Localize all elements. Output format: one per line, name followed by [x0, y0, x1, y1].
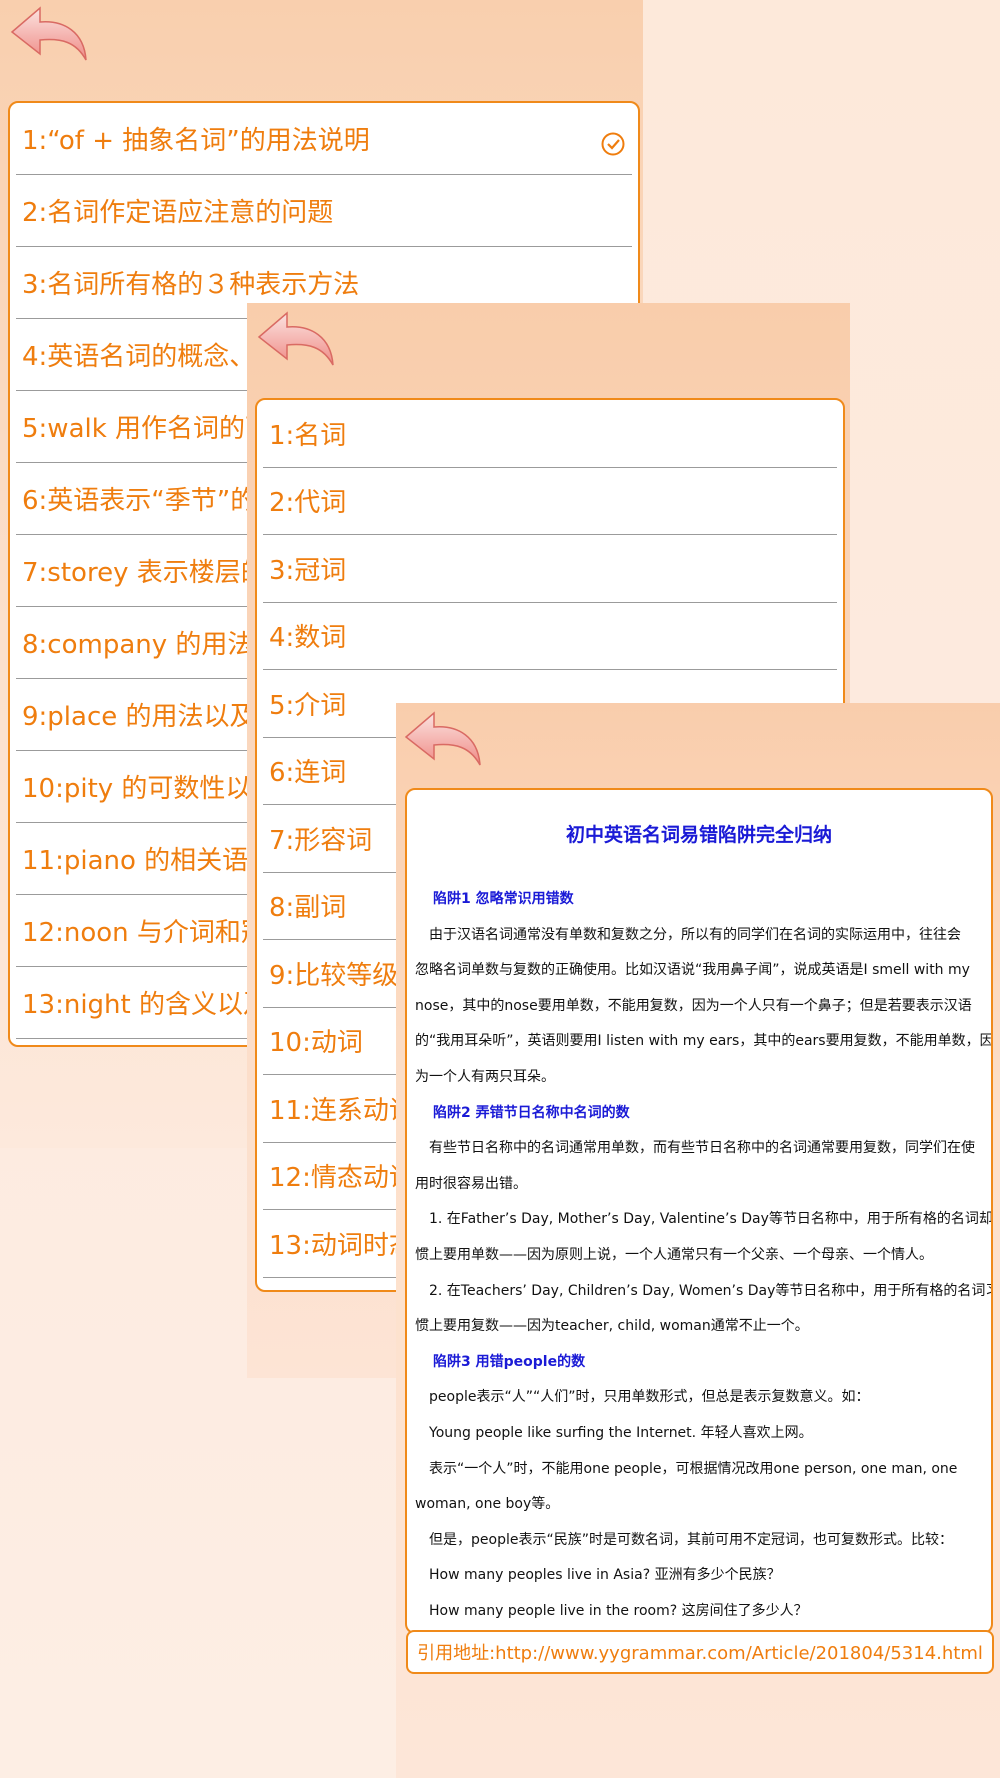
topic-item-label: 13:night 的含义以及: [22, 990, 269, 1020]
category-item-label: 1:名词: [269, 420, 347, 451]
paragraph-line: 1. 在Father’s Day, Mother’s Day, Valentin…: [415, 1211, 993, 1228]
check-circle-icon: [601, 132, 625, 156]
paragraph-line: 由于汉语名词通常没有单数和复数之分，所以有的同学们在名词的实际运用中，往往会: [415, 926, 961, 943]
paragraph-line: people表示“人”“人们”时，只用单数形式，但总是表示复数意义。如：: [415, 1389, 870, 1406]
section-heading: 陷阱2 弄错节日名称中名词的数: [433, 1104, 630, 1121]
category-item-label: 10:动词: [269, 1028, 363, 1059]
paragraph-line: 表示“一个人”时，不能用one people，可根据情况改用one person…: [415, 1460, 958, 1477]
category-item[interactable]: 1:名词: [263, 400, 837, 468]
category-item-label: 11:连系动词: [269, 1095, 415, 1126]
back-arrow-icon[interactable]: [400, 707, 484, 777]
category-item-label: 4:数词: [269, 623, 347, 654]
category-item-label: 13:动词时态: [269, 1230, 415, 1261]
paragraph-line: woman, one boy等。: [415, 1496, 560, 1513]
category-item-label: 3:冠词: [269, 555, 347, 586]
topic-item-label: 10:pity 的可数性以及: [22, 774, 278, 804]
back-arrow-icon[interactable]: [6, 2, 90, 72]
article-content: 初中英语名词易错陷阱完全归纳 陷阱1 忽略常识用错数 由于汉语名词通常没有单数和…: [405, 788, 993, 1634]
category-item-label: 7:形容词: [269, 825, 373, 856]
topic-item-label: 4:英语名词的概念、: [22, 342, 256, 372]
paragraph-line: 惯上要用单数——因为原则上说，一个人通常只有一个父亲、一个母亲、一个情人。: [415, 1247, 933, 1263]
paragraph-line: 忽略名词单数与复数的正确使用。比如汉语说“我用鼻子闻”，说成英语是I smell…: [415, 962, 970, 979]
paragraph-line: 有些节日名称中的名词通常用单数，而有些节日名称中的名词通常要用复数，同学们在使: [415, 1140, 975, 1157]
paragraph-line: 但是，people表示“民族”时是可数名词，其前可用不定冠词，也可复数形式。比较…: [415, 1531, 953, 1548]
article-title: 初中英语名词易错陷阱完全归纳: [565, 824, 832, 846]
category-item-label: 5:介词: [269, 690, 347, 721]
topic-item[interactable]: 2:名词作定语应注意的问题: [16, 175, 632, 247]
paragraph-line: How many peoples live in Asia? 亚洲有多少个民族？: [415, 1567, 781, 1584]
category-item-label: 9:比较等级: [269, 960, 399, 991]
category-item-label: 6:连词: [269, 758, 347, 789]
section-heading: 陷阱3 用错people的数: [433, 1353, 586, 1370]
topic-item-label: 11:piano 的相关语法: [22, 846, 275, 876]
source-link[interactable]: 引用地址:http://www.yygrammar.com/Article/20…: [406, 1630, 994, 1674]
article-screen: 初中英语名词易错陷阱完全归纳 陷阱1 忽略常识用错数 由于汉语名词通常没有单数和…: [396, 703, 1000, 1778]
topic-item-label: 9:place 的用法以及: [22, 702, 256, 732]
paragraph-line: 的“我用耳朵听”，英语则要用I listen with my ears，其中的e…: [415, 1033, 993, 1050]
paragraph-line: 为一个人有两只耳朵。: [415, 1069, 555, 1085]
paragraph-line: nose，其中的nose要用单数，不能用复数，因为一个人只有一个鼻子；但是若要表…: [415, 997, 972, 1014]
topic-item-label: 2:名词作定语应注意的问题: [22, 198, 334, 228]
paragraph-line: 惯上要用复数——因为teacher, child, woman通常不止一个。: [415, 1318, 809, 1335]
paragraph-line: 2. 在Teachers’ Day, Children’s Day, Women…: [415, 1282, 993, 1299]
topic-item-label: 1:“of + 抽象名词”的用法说明: [22, 126, 370, 156]
topic-item-label: 3:名词所有格的３种表示方法: [22, 270, 360, 300]
category-item[interactable]: 3:冠词: [263, 535, 837, 603]
topic-item-label: 8:company 的用法与: [22, 630, 280, 660]
topic-item-label: 12:noon 与介词和冠: [22, 918, 267, 948]
topic-item-label: 5:walk 用作名词的可: [22, 414, 272, 444]
topic-item-label: 7:storey 表示楼层的: [22, 558, 267, 588]
category-item-label: 8:副词: [269, 893, 347, 924]
topic-item[interactable]: 1:“of + 抽象名词”的用法说明: [16, 103, 632, 175]
category-item[interactable]: 4:数词: [263, 603, 837, 670]
section-heading: 陷阱1 忽略常识用错数: [433, 891, 574, 907]
category-item-label: 2:代词: [269, 488, 347, 519]
category-item[interactable]: 2:代词: [263, 468, 837, 535]
paragraph-line: How many people live in the room? 这房间住了多…: [415, 1603, 808, 1619]
topic-item-label: 6:英语表示“季节”的: [22, 486, 257, 516]
paragraph-line: 用时很容易出错。: [415, 1175, 527, 1192]
category-item-label: 12:情态动词: [269, 1163, 415, 1194]
paragraph-line: Young people like surfing the Internet. …: [415, 1425, 813, 1441]
back-arrow-icon[interactable]: [253, 307, 337, 377]
